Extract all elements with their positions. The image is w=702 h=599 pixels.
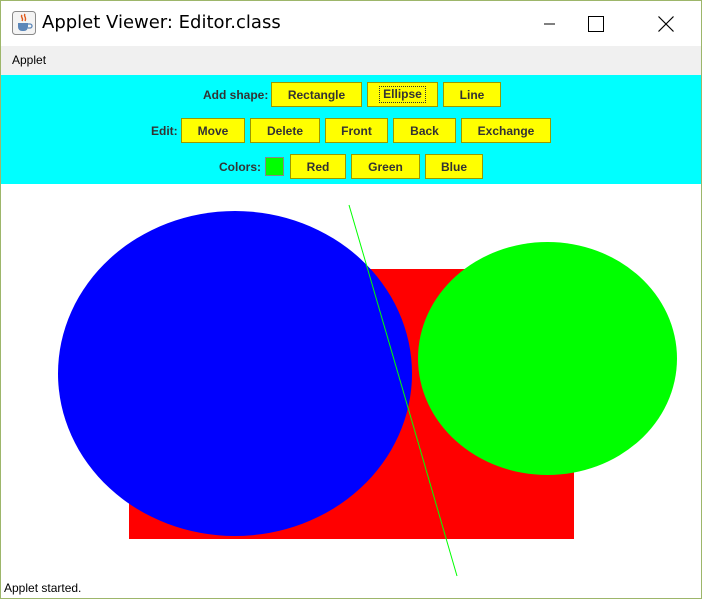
blue-button-label: Blue: [440, 159, 467, 174]
close-button[interactable]: [643, 1, 689, 46]
back-button-label: Back: [410, 123, 439, 138]
title-bar[interactable]: Applet Viewer: Editor.class: [1, 1, 701, 46]
exchange-button[interactable]: Exchange: [461, 118, 551, 143]
status-bar: Applet started.: [1, 579, 701, 598]
edit-label: Edit:: [151, 124, 178, 138]
delete-button-label: Delete: [266, 123, 304, 138]
minimize-button[interactable]: [527, 1, 573, 46]
shape-toolbar: Add shape: Rectangle Ellipse Line Edit: …: [1, 75, 701, 184]
maximize-button[interactable]: [573, 1, 619, 46]
maximize-icon: [588, 15, 604, 32]
java-cup-icon[interactable]: [12, 11, 36, 35]
move-button[interactable]: Move: [181, 118, 245, 143]
red-button-label: Red: [306, 159, 330, 174]
ellipse-button[interactable]: Ellipse: [367, 82, 438, 107]
red-button[interactable]: Red: [290, 154, 346, 179]
exchange-button-label: Exchange: [477, 123, 535, 138]
rectangle-button-label: Rectangle: [287, 87, 346, 102]
line-button-label: Line: [459, 87, 485, 102]
current-color-swatch: [265, 157, 284, 176]
blue-button[interactable]: Blue: [425, 154, 483, 179]
back-button[interactable]: Back: [393, 118, 456, 143]
colors-label: Colors:: [219, 160, 261, 174]
green-button-label: Green: [368, 159, 403, 174]
drawing-canvas[interactable]: [1, 184, 701, 579]
delete-button[interactable]: Delete: [250, 118, 320, 143]
minimize-icon: [544, 18, 556, 30]
menu-applet[interactable]: Applet: [12, 53, 46, 67]
green-button[interactable]: Green: [351, 154, 420, 179]
green-ellipse-shape[interactable]: [418, 242, 677, 475]
status-text: Applet started.: [4, 581, 82, 595]
window-title: Applet Viewer: Editor.class: [42, 12, 281, 33]
rectangle-button[interactable]: Rectangle: [271, 82, 362, 107]
blue-ellipse-shape[interactable]: [58, 211, 412, 536]
ellipse-button-label: Ellipse: [379, 86, 426, 103]
front-button-label: Front: [341, 123, 372, 138]
move-button-label: Move: [197, 123, 229, 138]
close-icon: [658, 15, 674, 32]
line-button[interactable]: Line: [443, 82, 501, 107]
menu-bar: Applet: [1, 46, 701, 75]
applet-viewer-window: Applet Viewer: Editor.class Applet Add s…: [0, 0, 702, 599]
canvas-shapes: [58, 204, 677, 577]
front-button[interactable]: Front: [325, 118, 388, 143]
add-shape-label: Add shape:: [203, 88, 269, 102]
